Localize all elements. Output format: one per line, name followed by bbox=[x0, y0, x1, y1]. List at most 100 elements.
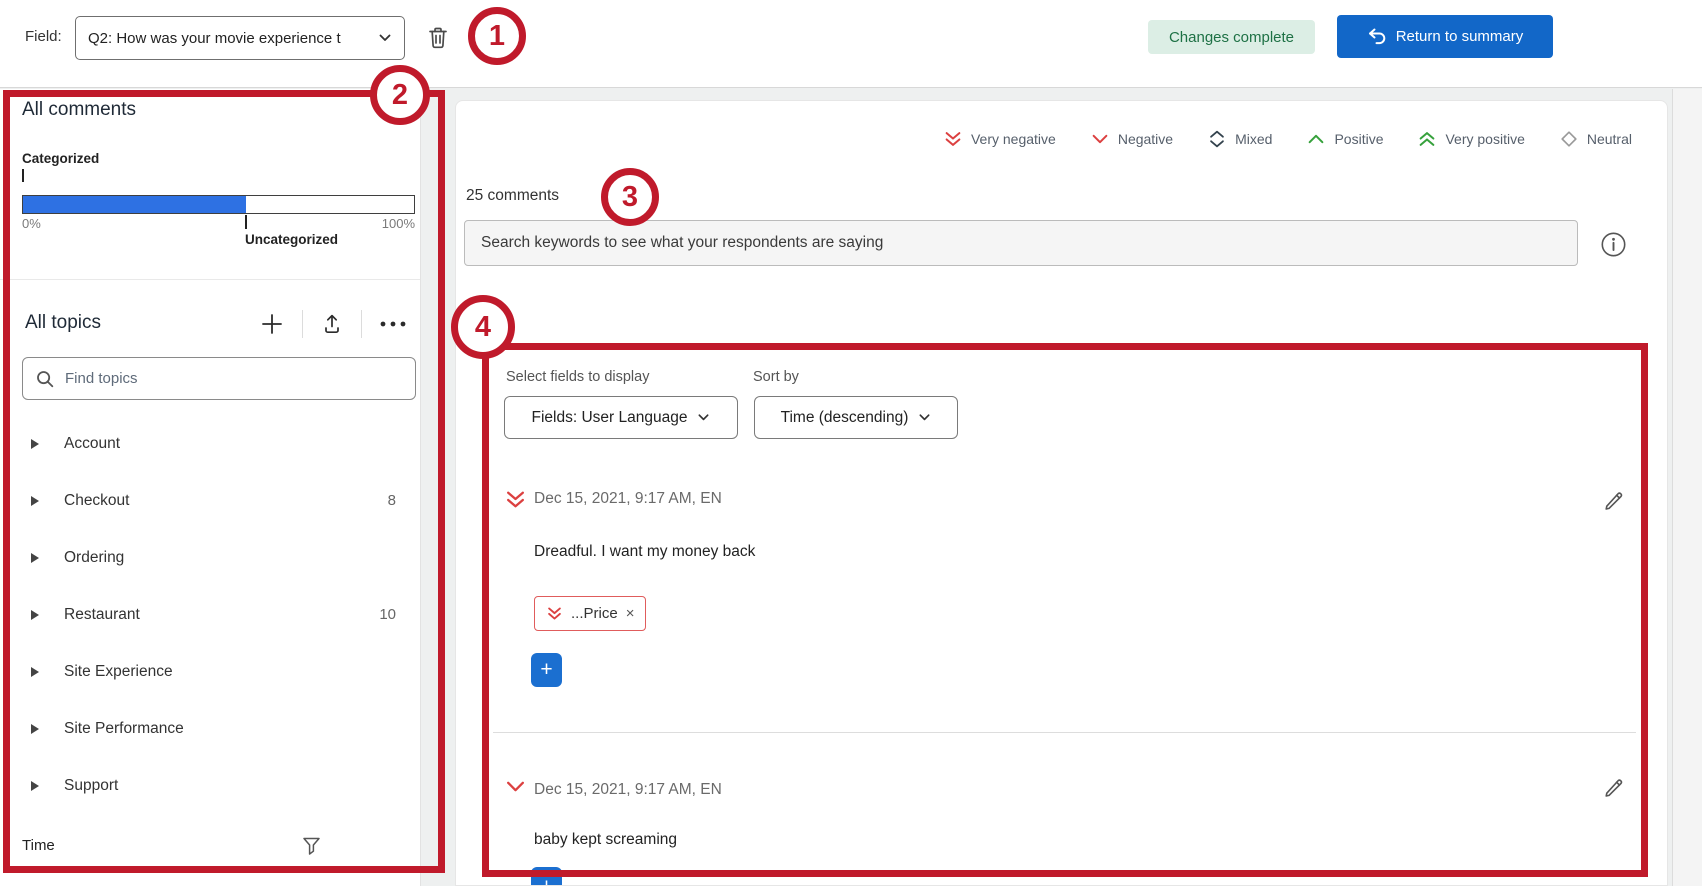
topic-tag-price[interactable]: ...Price × bbox=[534, 596, 647, 631]
legend-label: Neutral bbox=[1586, 131, 1632, 147]
add-topic-icon[interactable] bbox=[259, 311, 285, 337]
comments-panel: Very negative Negative Mixed Positive Ve… bbox=[455, 100, 1668, 886]
very-negative-icon bbox=[504, 488, 527, 511]
sort-dropdown-value: Time (descending) bbox=[780, 408, 909, 426]
negative-icon bbox=[1090, 129, 1110, 149]
topic-label: Support bbox=[64, 776, 119, 794]
field-label: Field: bbox=[25, 28, 62, 45]
comment-meta: Dec 15, 2021, 9:17 AM, EN bbox=[534, 781, 722, 798]
info-icon[interactable] bbox=[1600, 231, 1627, 258]
keyword-search-input[interactable] bbox=[481, 234, 1561, 252]
topic-row-support[interactable]: Support bbox=[0, 757, 420, 814]
separator bbox=[361, 310, 362, 338]
comments-count: 25 comments bbox=[466, 187, 560, 204]
expand-caret-icon[interactable] bbox=[30, 438, 40, 450]
fields-dropdown-value: Fields: User Language bbox=[531, 408, 688, 426]
right-scroll-strip[interactable] bbox=[1672, 89, 1702, 886]
topic-list: Account Checkout 8 Ordering Restaurant 1… bbox=[0, 415, 420, 814]
return-to-summary-button[interactable]: Return to summary bbox=[1337, 15, 1553, 58]
upload-topics-icon[interactable] bbox=[320, 312, 344, 336]
add-topic-to-comment-button[interactable]: + bbox=[531, 867, 562, 885]
topic-count: 10 bbox=[379, 606, 396, 623]
field-dropdown[interactable]: Q2: How was your movie experience t bbox=[75, 16, 405, 60]
topic-row-account[interactable]: Account bbox=[0, 415, 420, 472]
topic-label: Site Performance bbox=[64, 719, 184, 737]
sidebar-all-comments: All comments Categorized 0% 100% Uncateg… bbox=[0, 89, 421, 886]
edit-pencil-icon[interactable] bbox=[1602, 775, 1625, 798]
progress-max-label: 100% bbox=[381, 216, 415, 231]
legend-label: Very negative bbox=[970, 131, 1056, 147]
expand-caret-icon[interactable] bbox=[30, 723, 40, 735]
comment-text: Dreadful. I want my money back bbox=[534, 543, 756, 560]
remove-tag-icon[interactable]: × bbox=[626, 605, 635, 622]
sentiment-legend: Very negative Negative Mixed Positive Ve… bbox=[943, 125, 1632, 153]
more-options-icon[interactable] bbox=[379, 320, 407, 328]
comment-divider bbox=[493, 732, 1636, 733]
return-to-summary-label: Return to summary bbox=[1395, 28, 1524, 45]
text-iq-screen: Field: Q2: How was your movie experience… bbox=[0, 0, 1702, 886]
topic-row-ordering[interactable]: Ordering bbox=[0, 529, 420, 586]
topic-count: 8 bbox=[387, 492, 396, 509]
categorized-label: Categorized bbox=[22, 151, 100, 166]
expand-caret-icon[interactable] bbox=[30, 495, 40, 507]
tag-label: ...Price bbox=[571, 605, 618, 622]
top-toolbar: Field: Q2: How was your movie experience… bbox=[0, 0, 1702, 88]
legend-mixed: Mixed bbox=[1207, 129, 1272, 149]
field-dropdown-value: Q2: How was your movie experience t bbox=[88, 29, 341, 47]
very-negative-icon bbox=[546, 605, 563, 622]
add-topic-to-comment-button[interactable]: + bbox=[531, 653, 562, 687]
expand-caret-icon[interactable] bbox=[30, 552, 40, 564]
neutral-icon bbox=[1559, 129, 1579, 149]
expand-caret-icon[interactable] bbox=[30, 780, 40, 792]
select-fields-label: Select fields to display bbox=[506, 369, 650, 385]
time-field-row: Time bbox=[0, 829, 420, 865]
topic-label: Restaurant bbox=[64, 605, 140, 623]
progress-min-label: 0% bbox=[22, 216, 41, 231]
legend-label: Mixed bbox=[1235, 131, 1273, 147]
uncategorized-tick bbox=[245, 215, 247, 229]
sort-dropdown[interactable]: Time (descending) bbox=[754, 396, 958, 439]
legend-label: Positive bbox=[1334, 131, 1384, 147]
negative-icon bbox=[504, 775, 527, 798]
legend-positive: Positive bbox=[1306, 129, 1383, 149]
topic-label: Site Experience bbox=[64, 662, 173, 680]
find-topics-input[interactable] bbox=[65, 370, 403, 387]
topic-row-restaurant[interactable]: Restaurant 10 bbox=[0, 586, 420, 643]
categorization-progress-bar bbox=[22, 195, 415, 214]
topic-row-site-performance[interactable]: Site Performance bbox=[0, 700, 420, 757]
time-field-label: Time bbox=[22, 837, 55, 854]
search-icon bbox=[35, 369, 55, 389]
legend-very-negative: Very negative bbox=[943, 129, 1056, 149]
legend-label: Very positive bbox=[1445, 131, 1525, 147]
categorized-tick bbox=[22, 169, 24, 182]
all-comments-title: All comments bbox=[22, 99, 137, 120]
topic-label: Ordering bbox=[64, 548, 125, 566]
topic-row-checkout[interactable]: Checkout 8 bbox=[0, 472, 420, 529]
changes-complete-badge: Changes complete bbox=[1148, 20, 1315, 54]
positive-icon bbox=[1306, 129, 1326, 149]
comment-meta: Dec 15, 2021, 9:17 AM, EN bbox=[534, 490, 722, 507]
all-topics-title: All topics bbox=[25, 312, 102, 333]
comment-text: baby kept screaming bbox=[534, 831, 678, 848]
topic-row-site-experience[interactable]: Site Experience bbox=[0, 643, 420, 700]
expand-caret-icon[interactable] bbox=[30, 666, 40, 678]
legend-neutral: Neutral bbox=[1559, 129, 1632, 149]
very-positive-icon bbox=[1417, 129, 1437, 149]
sort-by-label: Sort by bbox=[753, 369, 799, 385]
very-negative-icon bbox=[943, 129, 963, 149]
filter-icon[interactable] bbox=[300, 834, 323, 857]
edit-pencil-icon[interactable] bbox=[1602, 488, 1625, 511]
legend-negative: Negative bbox=[1090, 129, 1173, 149]
progress-scale: 0% 100% bbox=[22, 216, 415, 231]
fields-dropdown[interactable]: Fields: User Language bbox=[504, 396, 738, 439]
chevron-down-icon bbox=[697, 411, 710, 424]
return-arrow-icon bbox=[1367, 27, 1387, 46]
legend-label: Negative bbox=[1117, 131, 1174, 147]
topic-label: Account bbox=[64, 434, 121, 452]
keyword-search-box[interactable] bbox=[464, 220, 1578, 266]
find-topics-search[interactable] bbox=[22, 357, 416, 400]
trash-icon[interactable] bbox=[426, 25, 450, 51]
expand-caret-icon[interactable] bbox=[30, 609, 40, 621]
topics-header: All topics bbox=[0, 304, 420, 344]
separator bbox=[302, 310, 303, 338]
